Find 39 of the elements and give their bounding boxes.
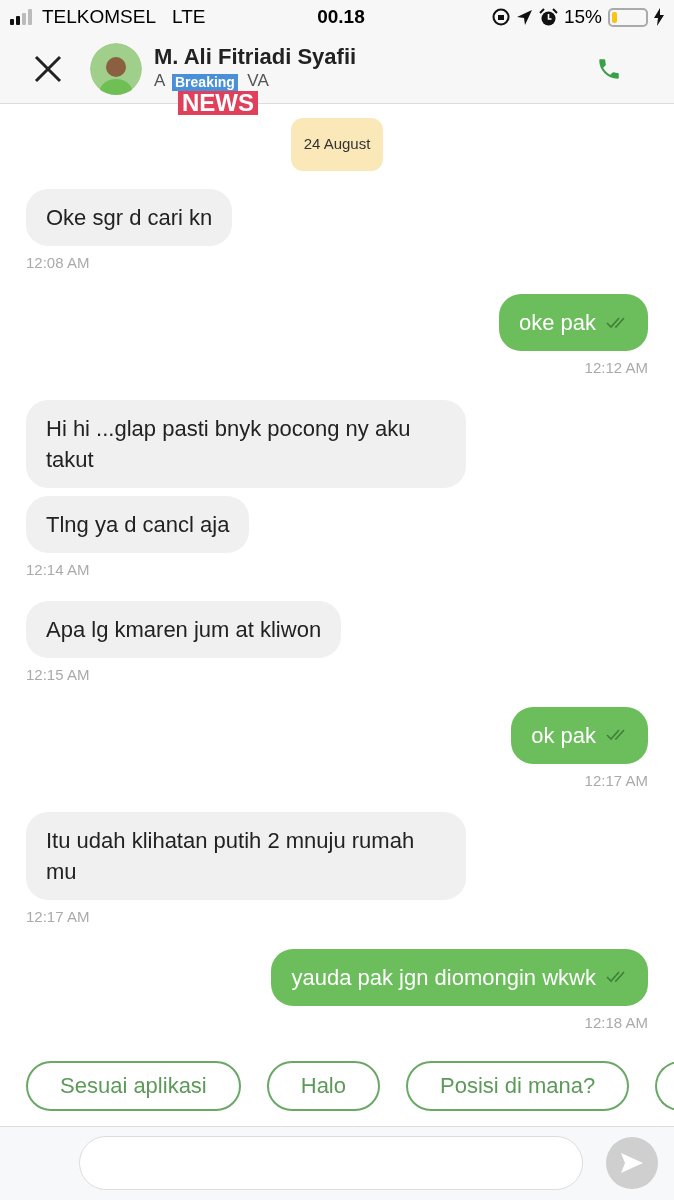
message-bubble: Apa lg kmaren jum at kliwon [26, 601, 342, 658]
close-icon [34, 54, 62, 83]
location-arrow-icon [515, 8, 533, 26]
contact-subtitle: VA [247, 70, 269, 92]
message-text: ok pak [531, 721, 596, 750]
clock-time: 00.18 [316, 4, 366, 29]
message-text: yauda pak jgn diomongin wkwk [291, 963, 596, 992]
send-button[interactable] [606, 1137, 658, 1190]
sticker-label: NEWS [178, 91, 258, 115]
quick-reply-chip[interactable]: Posisi di mana? [406, 1060, 630, 1111]
send-icon [621, 1153, 643, 1174]
message-time: 12:15 AM [26, 665, 90, 685]
message-bubble: Itu udah klihatan putih 2 mnuju rumah mu [26, 812, 466, 900]
message-bubble: Hi hi ...glap pasti bnyk pocong ny aku takut [26, 399, 466, 488]
close-button[interactable] [33, 53, 63, 84]
alarm-icon [538, 7, 558, 27]
message-time: 12:14 AM [26, 559, 90, 580]
message-text: oke pak [518, 309, 596, 337]
message-bubble: Tlng ya d cancl aja [26, 495, 250, 553]
sticker-label: Breaking [172, 74, 238, 91]
message-time: 12:17 AM [584, 770, 648, 791]
network-type: LTE [172, 4, 206, 29]
carrier-name: TELKOMSEL [42, 4, 157, 29]
quick-reply-chip[interactable]: Sesuai aplikasi [26, 1060, 241, 1111]
contact-subtitle: A [154, 70, 166, 92]
avatar [90, 42, 142, 95]
message-time: 12:18 AM [584, 1012, 648, 1033]
battery-percent: 15% [563, 4, 602, 29]
rotation-lock-icon [491, 8, 510, 26]
message-bubble: Oke sgr d cari kn [26, 188, 233, 246]
date-badge: 24 August [290, 118, 384, 171]
battery-icon [608, 7, 648, 27]
charging-bolt-icon [654, 8, 664, 26]
contact-name: M. Ali Fitriadi Syafii [154, 43, 357, 70]
message-time: 12:17 AM [26, 907, 90, 927]
message-input-field[interactable] [79, 1136, 583, 1191]
message-time: 12:12 AM [584, 358, 648, 378]
message-time: 12:08 AM [26, 252, 90, 273]
quick-reply-chip[interactable]: Halo [266, 1060, 380, 1111]
